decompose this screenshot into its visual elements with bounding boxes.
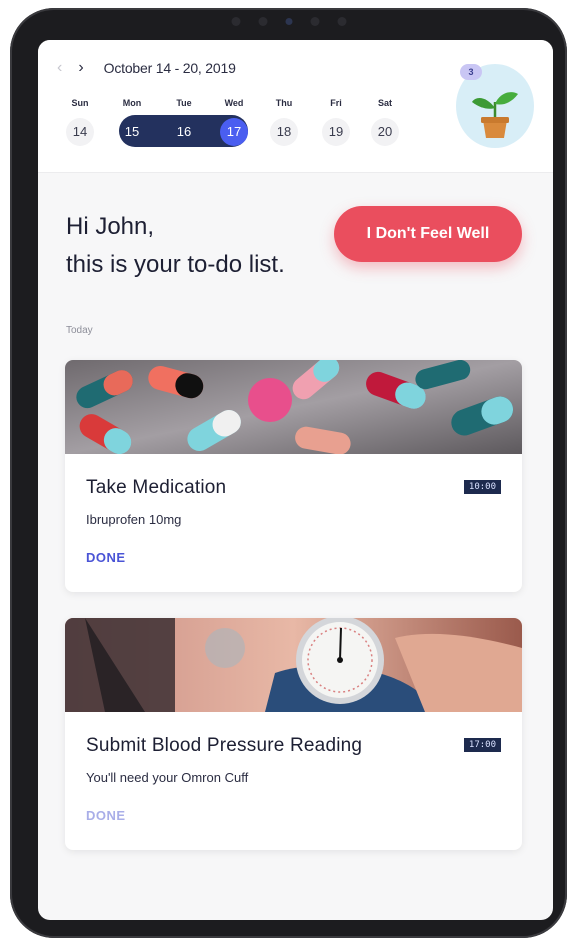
chevron-left-icon[interactable]: ‹ (57, 60, 62, 76)
date-range-label: October 14 - 20, 2019 (103, 60, 236, 76)
day-mon[interactable]: Mon 15 (114, 98, 150, 146)
day-number: 17 (220, 118, 248, 146)
app-screen: ‹ › October 14 - 20, 2019 Sun 14 Mon 15 … (38, 40, 553, 920)
day-number: 19 (322, 118, 350, 146)
task-subtitle: Ibruprofen 10mg (86, 512, 182, 527)
task-title: Submit Blood Pressure Reading (86, 735, 363, 756)
tablet-frame: ‹ › October 14 - 20, 2019 Sun 14 Mon 15 … (10, 8, 567, 938)
day-name: Wed (224, 98, 244, 108)
day-tue[interactable]: Tue 16 (166, 98, 202, 146)
greeting-line-1: Hi John, (66, 213, 155, 240)
sensor-dot (231, 17, 240, 26)
day-number: 18 (270, 118, 298, 146)
greeting: Hi John, this is your to-do list. (66, 208, 285, 284)
day-name: Tue (176, 98, 192, 108)
day-sun[interactable]: Sun 14 (62, 98, 98, 146)
greeting-line-2: this is your to-do list. (66, 251, 285, 278)
day-number: 15 (124, 124, 140, 139)
sensor-dot (258, 17, 267, 26)
done-button[interactable]: DONE (86, 808, 126, 823)
day-wed[interactable]: Wed 17 (216, 98, 252, 146)
section-label-today: Today (66, 325, 93, 336)
dont-feel-well-button[interactable]: I Don't Feel Well (334, 206, 522, 262)
week-header: ‹ › October 14 - 20, 2019 Sun 14 Mon 15 … (38, 40, 553, 173)
task-card-blood-pressure[interactable]: Submit Blood Pressure Reading You'll nee… (65, 618, 522, 850)
day-sat[interactable]: Sat 20 (367, 98, 403, 146)
chevron-right-icon[interactable]: › (78, 60, 83, 76)
task-time-badge: 10:00 (463, 480, 501, 494)
camera-bar (231, 17, 346, 26)
task-time-badge: 17:00 (463, 738, 501, 752)
day-thu[interactable]: Thu 18 (266, 98, 302, 146)
day-name: Fri (330, 98, 342, 108)
day-name: Thu (275, 98, 293, 108)
camera-lens (285, 18, 292, 25)
day-name: Mon (122, 98, 142, 108)
day-name: Sat (377, 98, 392, 108)
day-number: 16 (176, 124, 192, 139)
done-button[interactable]: DONE (86, 550, 126, 565)
day-fri[interactable]: Fri 19 (318, 98, 354, 146)
sensor-dot (337, 17, 346, 26)
week-nav: ‹ › October 14 - 20, 2019 (57, 60, 236, 77)
day-number: 20 (371, 118, 399, 146)
task-card-medication[interactable]: Take Medication Ibruprofen 10mg 10:00 DO… (65, 360, 522, 592)
task-title: Take Medication (86, 477, 227, 498)
pills-photo (65, 360, 522, 454)
blood-pressure-photo (65, 618, 522, 712)
sensor-dot (310, 17, 319, 26)
day-number: 14 (66, 118, 94, 146)
notification-badge: 3 (460, 64, 482, 80)
day-name: Sun (71, 98, 89, 108)
task-subtitle: You'll need your Omron Cuff (86, 770, 249, 785)
